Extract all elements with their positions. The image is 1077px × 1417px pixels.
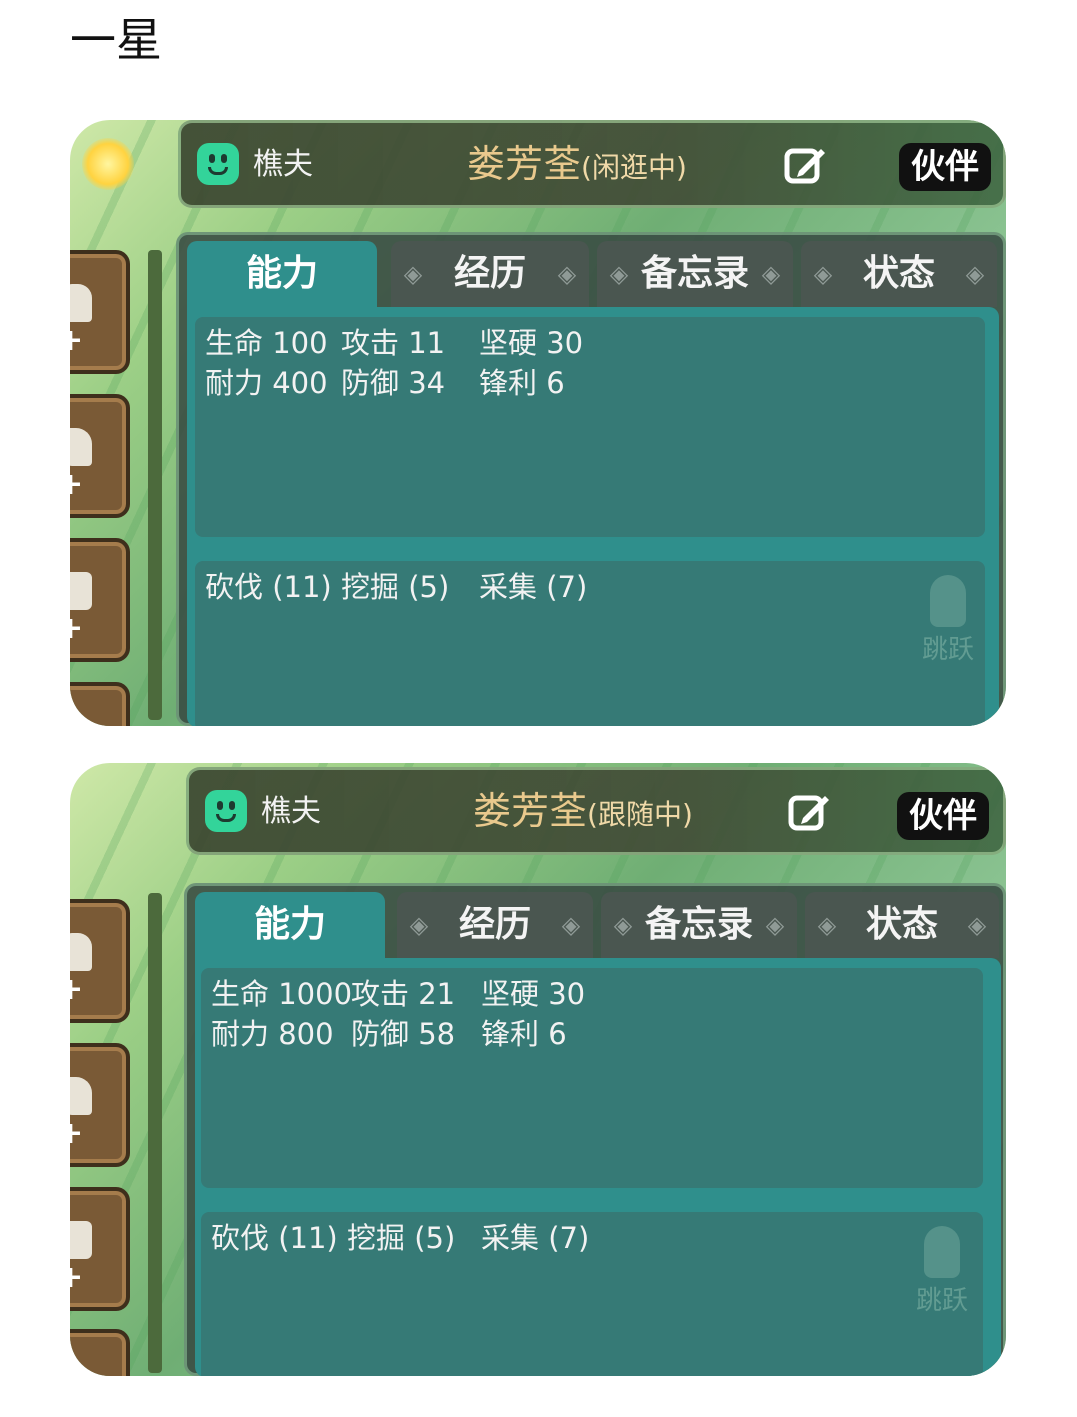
ornament-icon: ◈ bbox=[967, 911, 987, 939]
ornament-icon: ◈ bbox=[557, 260, 577, 288]
stat-hardness: 坚硬 30 bbox=[481, 977, 586, 1011]
ornament-icon: ◈ bbox=[965, 260, 985, 288]
info-panel: 能力 ◈ 经历 ◈ ◈ 备忘录 ◈ ◈ 状态 ◈ 生命 1000 攻击 21 坚硬 30 耐… bbox=[184, 883, 1006, 1376]
character-name: 娄芳荃(闲逛中) bbox=[467, 139, 687, 193]
edit-pencil-icon[interactable] bbox=[787, 790, 831, 834]
tab-status[interactable]: ◈ 状态 ◈ bbox=[805, 892, 999, 958]
ability-content: 生命 100 攻击 11 坚硬 30 耐力 400 防御 34 锋利 6 砍伐 … bbox=[187, 307, 999, 726]
stat-attack: 攻击 11 bbox=[341, 326, 446, 360]
plus-icon: + bbox=[70, 611, 84, 646]
page-title: 一星 bbox=[70, 13, 162, 67]
plus-icon: + bbox=[70, 972, 84, 1007]
character-name: 娄芳荃(跟随中) bbox=[473, 786, 693, 840]
character-card-2: + + + 樵夫 娄芳荃(跟随中) 伙伴 能力 ◈ 经历 ◈ ◈ 备忘录 ◈ ◈ 状态 ◈ … bbox=[70, 763, 1006, 1376]
skill-chop: 砍伐 (11) bbox=[205, 570, 332, 604]
tab-memo[interactable]: ◈ 备忘录 ◈ bbox=[601, 892, 797, 958]
stat-sharpness: 锋利 6 bbox=[481, 1017, 567, 1051]
inventory-slot-3[interactable]: + bbox=[70, 538, 130, 662]
character-name-text: 娄芳荃 bbox=[467, 142, 582, 186]
job-label: 樵夫 bbox=[253, 147, 313, 182]
stats-box: 生命 1000 攻击 21 坚硬 30 耐力 800 防御 58 锋利 6 bbox=[201, 968, 983, 1188]
tab-ability[interactable]: 能力 bbox=[187, 241, 377, 307]
ornament-icon: ◈ bbox=[409, 911, 429, 939]
inventory-slot-2[interactable]: + bbox=[70, 394, 130, 518]
plus-icon: + bbox=[70, 467, 84, 502]
stat-hp: 生命 100 bbox=[205, 326, 328, 360]
partner-badge[interactable]: 伙伴 bbox=[899, 143, 991, 191]
stat-hardness: 坚硬 30 bbox=[479, 326, 584, 360]
inventory-slot-1[interactable]: + bbox=[70, 250, 130, 374]
skills-box: 砍伐 (11) 挖掘 (5) 采集 (7) 跳跃 bbox=[201, 1212, 983, 1376]
tab-history[interactable]: ◈ 经历 ◈ bbox=[397, 892, 593, 958]
ornament-icon: ◈ bbox=[813, 260, 833, 288]
character-header: 樵夫 娄芳荃(闲逛中) 伙伴 bbox=[178, 120, 1006, 208]
character-status: (跟随中) bbox=[587, 798, 693, 831]
skill-gather: 采集 (7) bbox=[481, 1221, 590, 1255]
ornament-icon: ◈ bbox=[609, 260, 629, 288]
ornament-icon: ◈ bbox=[817, 911, 837, 939]
slot-rail bbox=[148, 893, 162, 1373]
smiley-badge-icon bbox=[205, 790, 247, 832]
edit-pencil-icon[interactable] bbox=[783, 143, 827, 187]
stat-attack: 攻击 21 bbox=[351, 977, 456, 1011]
ability-content: 生命 1000 攻击 21 坚硬 30 耐力 800 防御 58 锋利 6 砍伐… bbox=[195, 958, 1001, 1376]
smiley-badge-icon bbox=[197, 143, 239, 185]
ornament-icon: ◈ bbox=[761, 260, 781, 288]
character-name-text: 娄芳荃 bbox=[473, 789, 588, 833]
stat-sharpness: 锋利 6 bbox=[479, 366, 565, 400]
inventory-slot-3[interactable]: + bbox=[70, 1187, 130, 1311]
stat-defense: 防御 58 bbox=[351, 1017, 456, 1051]
skill-chop: 砍伐 (11) bbox=[211, 1221, 338, 1255]
watermark: 跳跃 bbox=[913, 575, 983, 666]
inventory-slot-1[interactable]: + bbox=[70, 899, 130, 1023]
inventory-slot-2[interactable]: + bbox=[70, 1043, 130, 1167]
character-status: (闲逛中) bbox=[581, 151, 687, 184]
inventory-slot-4[interactable] bbox=[70, 1329, 130, 1376]
skills-box: 砍伐 (11) 挖掘 (5) 采集 (7) 跳跃 bbox=[195, 561, 985, 726]
sun-icon bbox=[82, 138, 134, 190]
character-card-1: + + + 樵夫 娄芳荃(闲逛中) 伙伴 能力 ◈ 经历 ◈ ◈ 备忘录 ◈ ◈ 状态 ◈ … bbox=[70, 120, 1006, 726]
partner-badge[interactable]: 伙伴 bbox=[897, 792, 989, 840]
ornament-icon: ◈ bbox=[403, 260, 423, 288]
skill-dig: 挖掘 (5) bbox=[341, 570, 450, 604]
plus-icon: + bbox=[70, 1260, 84, 1295]
ornament-icon: ◈ bbox=[561, 911, 581, 939]
stats-box: 生命 100 攻击 11 坚硬 30 耐力 400 防御 34 锋利 6 bbox=[195, 317, 985, 537]
ornament-icon: ◈ bbox=[765, 911, 785, 939]
info-panel: 能力 ◈ 经历 ◈ ◈ 备忘录 ◈ ◈ 状态 ◈ 生命 100 攻击 11 坚硬 30 耐力… bbox=[176, 232, 1006, 726]
plus-icon: + bbox=[70, 323, 84, 358]
plus-icon: + bbox=[70, 1116, 84, 1151]
job-label: 樵夫 bbox=[261, 794, 321, 829]
stat-stamina: 耐力 400 bbox=[205, 366, 328, 400]
stat-hp: 生命 1000 bbox=[211, 977, 353, 1011]
jump-figure-icon bbox=[924, 1226, 960, 1278]
jump-figure-icon bbox=[930, 575, 966, 627]
ornament-icon: ◈ bbox=[613, 911, 633, 939]
skill-dig: 挖掘 (5) bbox=[347, 1221, 456, 1255]
stat-defense: 防御 34 bbox=[341, 366, 446, 400]
tab-memo[interactable]: ◈ 备忘录 ◈ bbox=[597, 241, 793, 307]
inventory-slot-4[interactable] bbox=[70, 682, 130, 726]
tab-status[interactable]: ◈ 状态 ◈ bbox=[801, 241, 997, 307]
tab-history[interactable]: ◈ 经历 ◈ bbox=[391, 241, 589, 307]
watermark: 跳跃 bbox=[907, 1226, 977, 1317]
skill-gather: 采集 (7) bbox=[479, 570, 588, 604]
slot-rail bbox=[148, 250, 162, 720]
tab-ability[interactable]: 能力 bbox=[195, 892, 385, 958]
stat-stamina: 耐力 800 bbox=[211, 1017, 334, 1051]
character-header: 樵夫 娄芳荃(跟随中) 伙伴 bbox=[186, 767, 1006, 855]
